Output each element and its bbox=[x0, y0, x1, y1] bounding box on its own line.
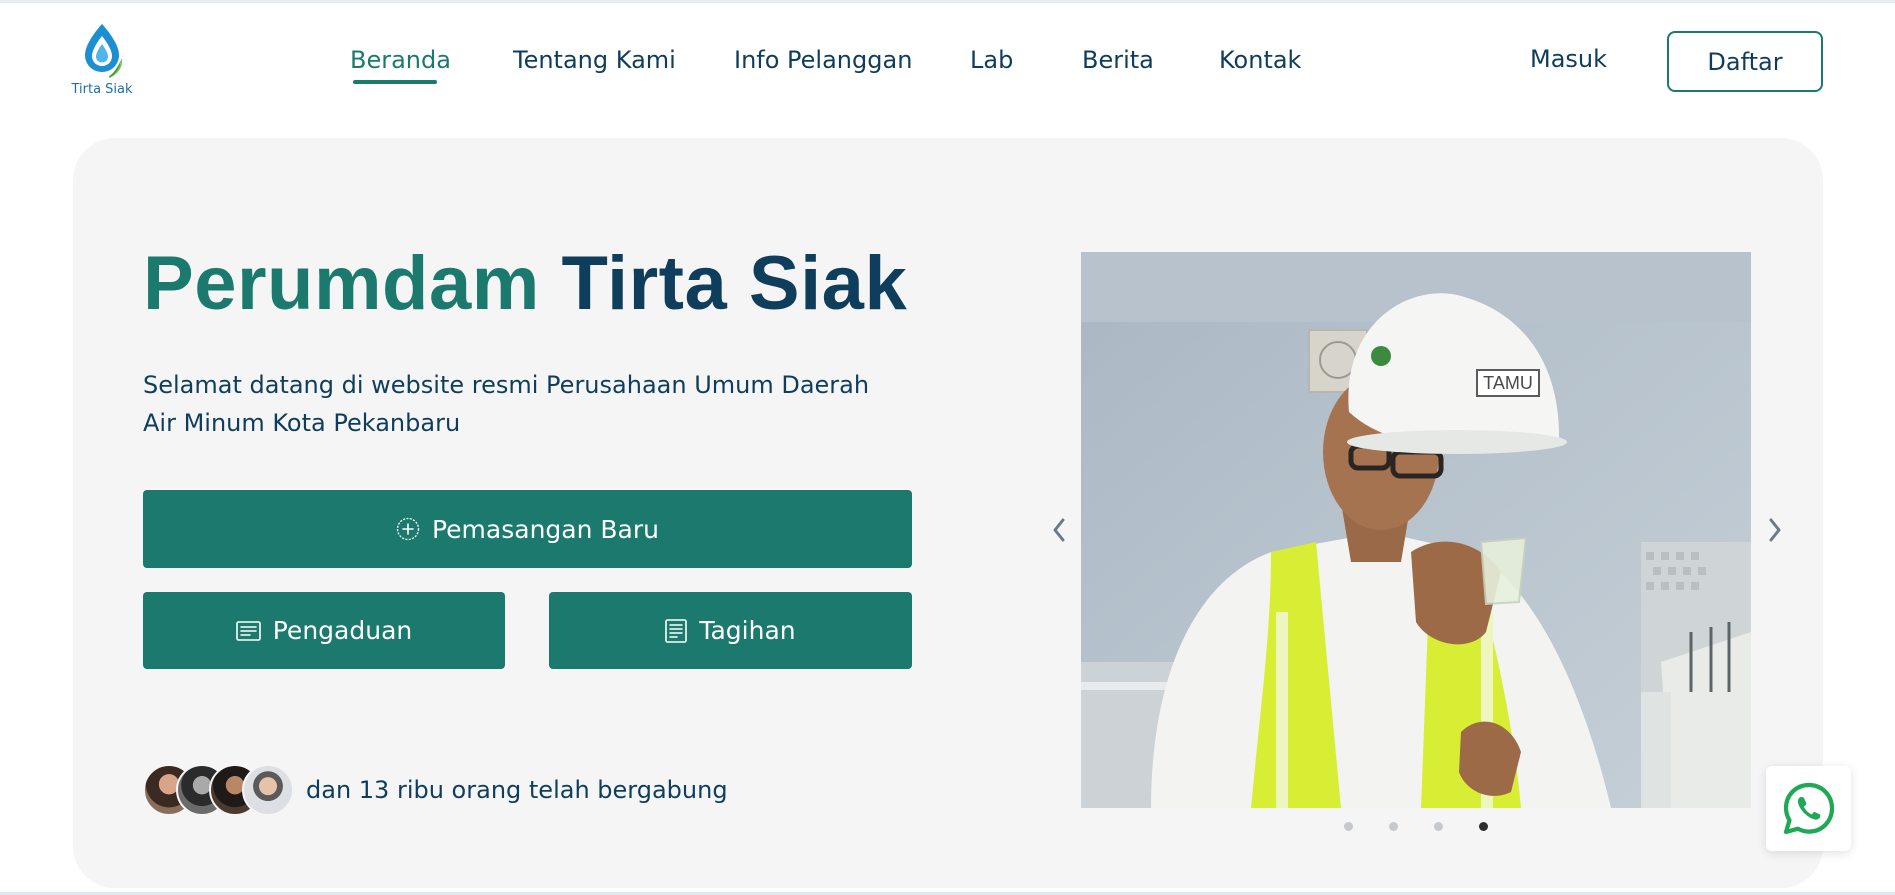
hero-title-part2: Tirta Siak bbox=[561, 241, 908, 326]
complaint-button[interactable]: Pengaduan bbox=[143, 592, 505, 669]
complaint-label: Pengaduan bbox=[272, 616, 413, 645]
chevron-right-icon bbox=[1769, 518, 1781, 542]
receipt-icon bbox=[665, 618, 688, 643]
logo-text: Tirta Siak bbox=[71, 82, 133, 97]
carousel-dot-2[interactable] bbox=[1389, 822, 1398, 831]
nav-item-beranda[interactable]: Beranda bbox=[350, 46, 451, 74]
top-divider bbox=[0, 0, 1895, 3]
member-avatars bbox=[143, 764, 295, 816]
carousel-indicators bbox=[1340, 822, 1500, 834]
new-installation-button[interactable]: Pemasangan Baru bbox=[143, 490, 912, 568]
bill-button[interactable]: Tagihan bbox=[549, 592, 912, 669]
chevron-left-icon bbox=[1053, 518, 1065, 542]
carousel-dot-1[interactable] bbox=[1344, 822, 1353, 831]
avatar bbox=[242, 764, 294, 816]
carousel-prev-button[interactable] bbox=[1044, 515, 1074, 545]
whatsapp-icon bbox=[1783, 782, 1834, 834]
carousel-dot-3[interactable] bbox=[1434, 822, 1443, 831]
login-link[interactable]: Masuk bbox=[1530, 45, 1607, 73]
helmet-label: TAMU bbox=[1483, 373, 1533, 393]
message-lines-icon bbox=[235, 620, 261, 641]
register-button[interactable]: Daftar bbox=[1667, 31, 1823, 92]
carousel-next-button[interactable] bbox=[1760, 515, 1790, 545]
carousel-slide-image: TAMU bbox=[1081, 252, 1751, 808]
lab-worker-photo: TAMU bbox=[1081, 252, 1751, 808]
new-installation-label: Pemasangan Baru bbox=[431, 514, 659, 544]
plus-circle-icon bbox=[396, 517, 420, 541]
whatsapp-button[interactable] bbox=[1766, 766, 1851, 851]
hero-subtitle: Selamat datang di website resmi Perusaha… bbox=[143, 371, 870, 437]
carousel-dot-4[interactable] bbox=[1479, 822, 1488, 831]
hero-title-part1: Perumdam bbox=[143, 241, 540, 326]
bill-label: Tagihan bbox=[699, 616, 796, 645]
joined-count-text: dan 13 ribu orang telah bergabung bbox=[306, 776, 728, 804]
nav-item-tentang-kami[interactable]: Tentang Kami bbox=[513, 46, 676, 74]
hero-title: Perumdam Tirta Siak bbox=[143, 240, 907, 327]
water-drop-logo-icon bbox=[85, 24, 123, 78]
active-nav-indicator bbox=[353, 80, 437, 84]
nav-item-info-pelanggan[interactable]: Info Pelanggan bbox=[734, 46, 912, 74]
nav-item-berita[interactable]: Berita bbox=[1082, 46, 1154, 74]
nav-item-kontak[interactable]: Kontak bbox=[1219, 46, 1301, 74]
nav-item-lab[interactable]: Lab bbox=[970, 46, 1013, 74]
site-logo[interactable]: Tirta Siak bbox=[70, 22, 134, 102]
